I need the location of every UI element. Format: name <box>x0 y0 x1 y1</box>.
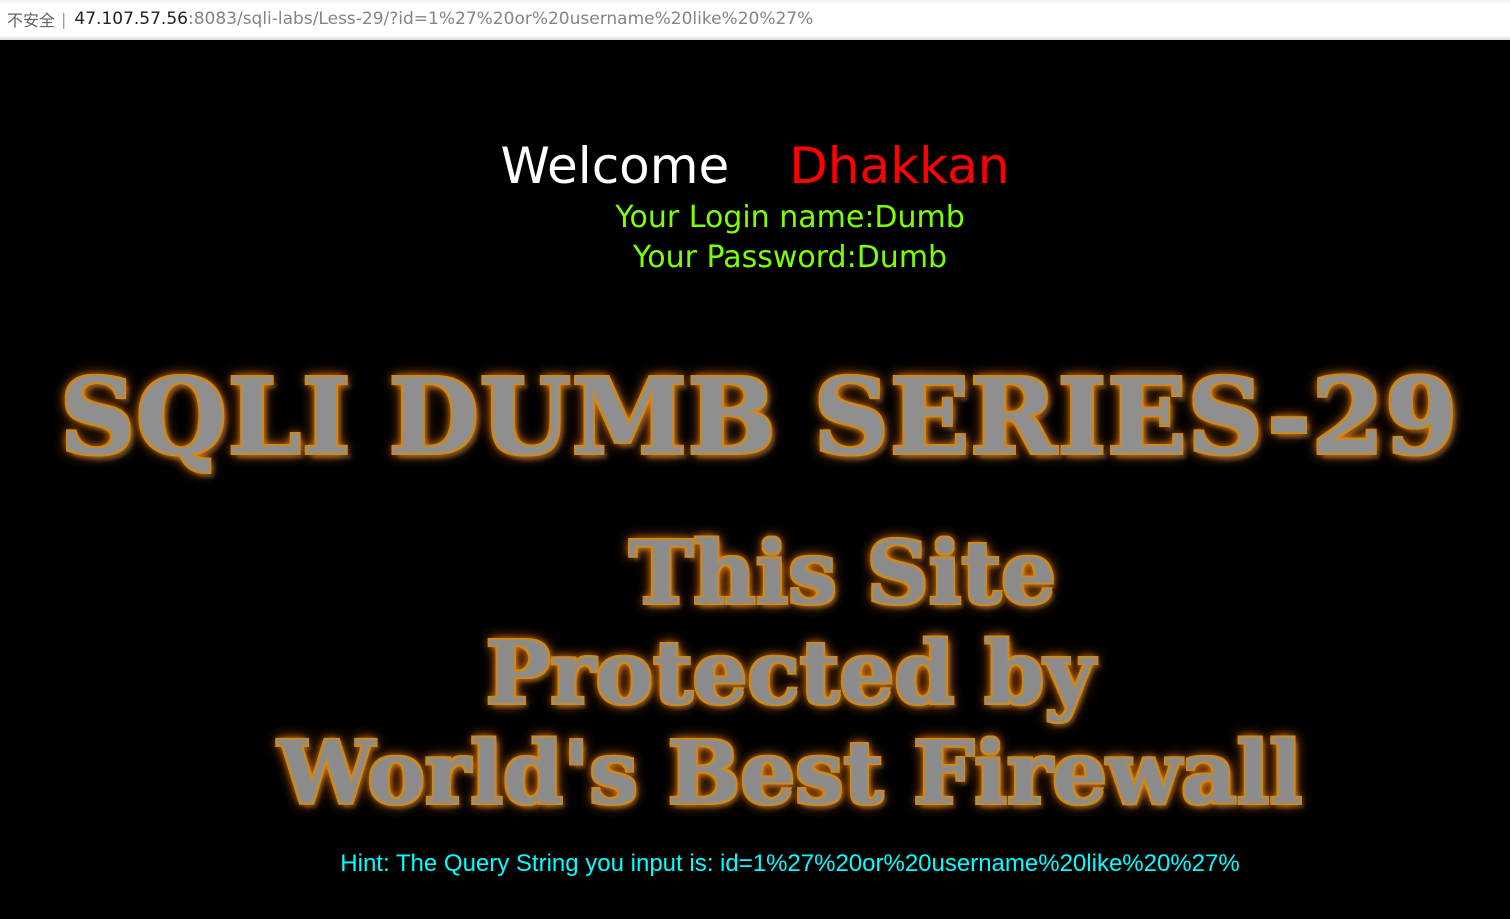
security-status-label[interactable]: 不安全 <box>0 7 55 31</box>
firewall-banner-line-2: Protected by <box>485 623 1095 724</box>
address-separator: | <box>61 9 67 29</box>
login-name-text: Your Login name:Dumb <box>615 200 965 235</box>
firewall-banner: This Site Protected by World's Best Fire… <box>0 524 1510 824</box>
query-hint: Hint: The Query String you input is: id=… <box>340 850 1240 877</box>
firewall-banner-line-3: World's Best Firewall <box>277 723 1303 824</box>
welcome-name: Dhakkan <box>789 137 1010 195</box>
url-field[interactable]: 不安全 | 47.107.57.56 :8083/sqli-labs/Less-… <box>0 2 1510 36</box>
page-content: Welcome Dhakkan Your Login name:Dumb Your… <box>0 40 1510 919</box>
series-title-banner: SQLI DUMB SERIES-29 <box>60 355 1459 478</box>
welcome-word: Welcome <box>500 137 730 195</box>
url-host: 47.107.57.56 <box>74 9 188 29</box>
browser-address-bar: 不安全 | 47.107.57.56 :8083/sqli-labs/Less-… <box>0 0 1510 40</box>
password-text: Your Password:Dumb <box>632 240 948 275</box>
url-path: :8083/sqli-labs/Less-29/?id=1%27%20or%20… <box>187 9 814 29</box>
welcome-heading: Welcome Dhakkan <box>0 134 1510 198</box>
firewall-banner-line-1: This Site <box>629 523 1056 624</box>
